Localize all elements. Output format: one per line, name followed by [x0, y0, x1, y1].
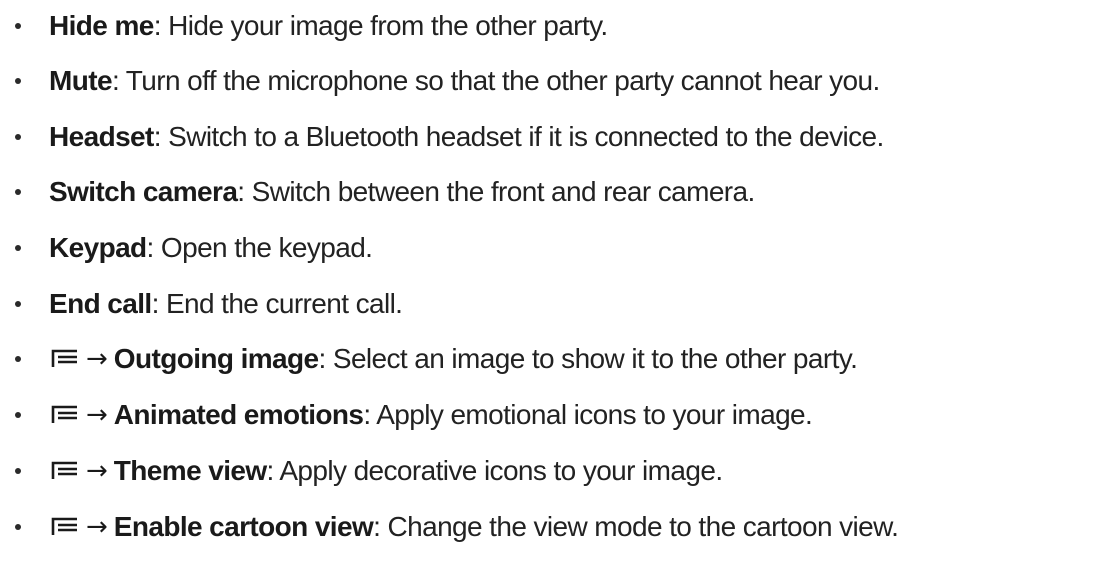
item-description: Select an image to show it to the other …: [325, 343, 858, 374]
item-term: Headset: [49, 121, 154, 152]
menu-icon: [51, 349, 77, 367]
list-item-end-call: End call : End the current call.: [0, 284, 403, 324]
item-term: End call: [49, 288, 152, 319]
menu-icon: [51, 517, 77, 535]
menu-icon: [51, 405, 77, 423]
item-term: Hide me: [49, 10, 154, 41]
item-term: Animated emotions: [113, 399, 364, 430]
list-item-mute: Mute : Turn off the microphone so that t…: [0, 61, 880, 101]
item-separator: :: [266, 455, 275, 486]
list-item-hide-me: Hide me : Hide your image from the other…: [0, 6, 608, 46]
item-description: Switch between the front and rear camera…: [244, 176, 756, 207]
item-description: End the current call.: [158, 288, 403, 319]
list-item-animated-emotions: → Animated emotions : Apply emotional ic…: [0, 395, 813, 435]
item-separator: :: [318, 343, 327, 374]
list-item-enable-cartoon-view: → Enable cartoon view : Change the view …: [0, 507, 899, 547]
item-term: Keypad: [49, 232, 147, 263]
menu-icon: [51, 461, 77, 479]
bullet-icon: [15, 468, 21, 474]
item-separator: :: [373, 511, 381, 542]
item-term: Switch camera: [49, 176, 238, 207]
item-separator: :: [146, 232, 155, 263]
bullet-icon: [15, 78, 21, 84]
bullet-icon: [15, 412, 21, 418]
item-term: Theme view: [113, 455, 267, 486]
bullet-icon: [15, 23, 21, 29]
bullet-icon: [15, 301, 21, 307]
item-term: Mute: [49, 65, 113, 96]
bullet-icon: [15, 356, 21, 362]
arrow-icon: →: [86, 400, 108, 430]
list-item-outgoing-image: → Outgoing image : Select an image to sh…: [0, 339, 858, 379]
bullet-icon: [15, 134, 21, 140]
item-term: Outgoing image: [113, 343, 319, 374]
item-separator: :: [111, 65, 120, 96]
item-description: Apply decorative icons to your image.: [273, 455, 723, 486]
item-separator: :: [153, 121, 162, 152]
list-item-theme-view: → Theme view : Apply decorative icons to…: [0, 451, 723, 491]
item-description: Turn off the microphone so that the othe…: [119, 65, 880, 96]
arrow-icon: →: [86, 512, 108, 542]
item-description: Open the keypad.: [153, 232, 373, 263]
item-separator: :: [151, 288, 160, 319]
item-separator: :: [153, 10, 162, 41]
bullet-icon: [15, 524, 21, 530]
arrow-icon: →: [86, 344, 108, 374]
item-description: Hide your image from the other party.: [160, 10, 608, 41]
item-description: Apply emotional icons to your image.: [370, 399, 813, 430]
bullet-icon: [15, 189, 21, 195]
list-item-headset: Headset : Switch to a Bluetooth headset …: [0, 117, 884, 157]
arrow-icon: →: [86, 456, 108, 486]
item-separator: :: [237, 176, 245, 207]
item-separator: :: [363, 399, 371, 430]
item-description: Switch to a Bluetooth headset if it is c…: [160, 121, 884, 152]
list-item-switch-camera: Switch camera : Switch between the front…: [0, 172, 755, 212]
item-term: Enable cartoon view: [113, 511, 374, 542]
bullet-icon: [15, 245, 21, 251]
item-description: Change the view mode to the cartoon view…: [380, 511, 899, 542]
list-item-keypad: Keypad : Open the keypad.: [0, 228, 373, 268]
